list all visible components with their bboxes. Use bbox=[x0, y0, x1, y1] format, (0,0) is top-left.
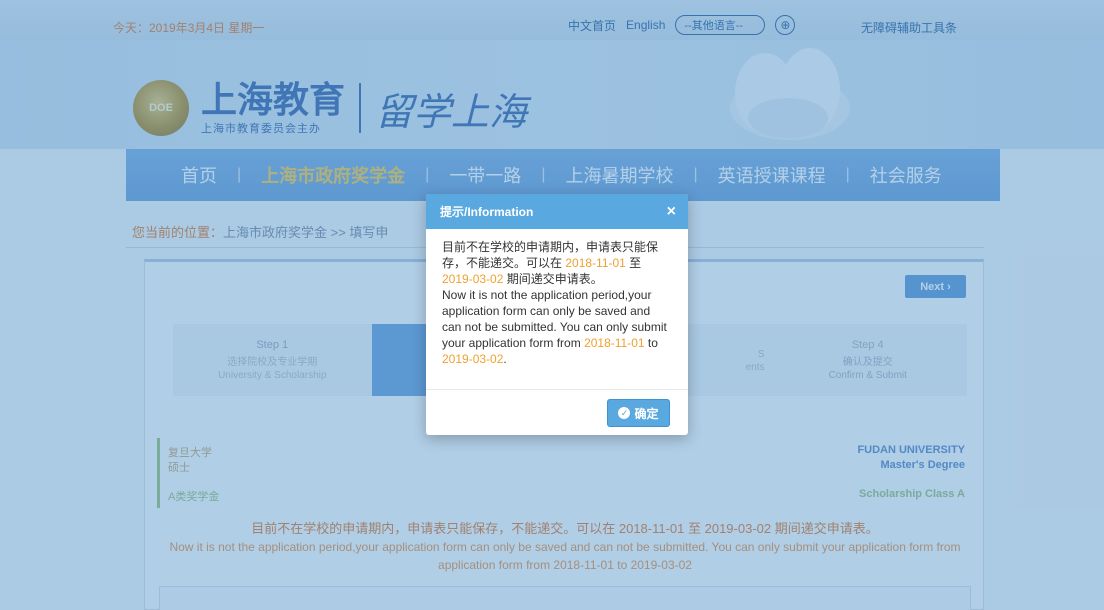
date-start: 2018-11-01 bbox=[565, 256, 626, 270]
date-end: 2019-03-02 bbox=[442, 272, 504, 286]
dialog-message: 目前不在学校的申请期内，申请表只能保存，不能递交。可以在 2018-11-01 … bbox=[442, 240, 667, 366]
dialog-title: 提示/Information bbox=[440, 205, 534, 219]
confirm-button[interactable]: ✓ 确定 bbox=[607, 399, 670, 427]
confirm-label: 确定 bbox=[634, 406, 659, 421]
check-circle-icon: ✓ bbox=[618, 407, 631, 419]
en-date-start: 2018-11-01 bbox=[584, 336, 645, 350]
dialog-footer: ✓ 确定 bbox=[426, 389, 688, 435]
en-date-end: 2019-03-02 bbox=[442, 352, 504, 366]
information-dialog: 提示/Information × 目前不在学校的申请期内，申请表只能保存，不能递… bbox=[426, 194, 688, 435]
dialog-header: 提示/Information × bbox=[426, 194, 688, 229]
close-icon[interactable]: × bbox=[667, 203, 676, 220]
page: 今天：2019年3月4日 星期一 中文首页 English --其他语言-- ⊕… bbox=[0, 0, 1104, 610]
